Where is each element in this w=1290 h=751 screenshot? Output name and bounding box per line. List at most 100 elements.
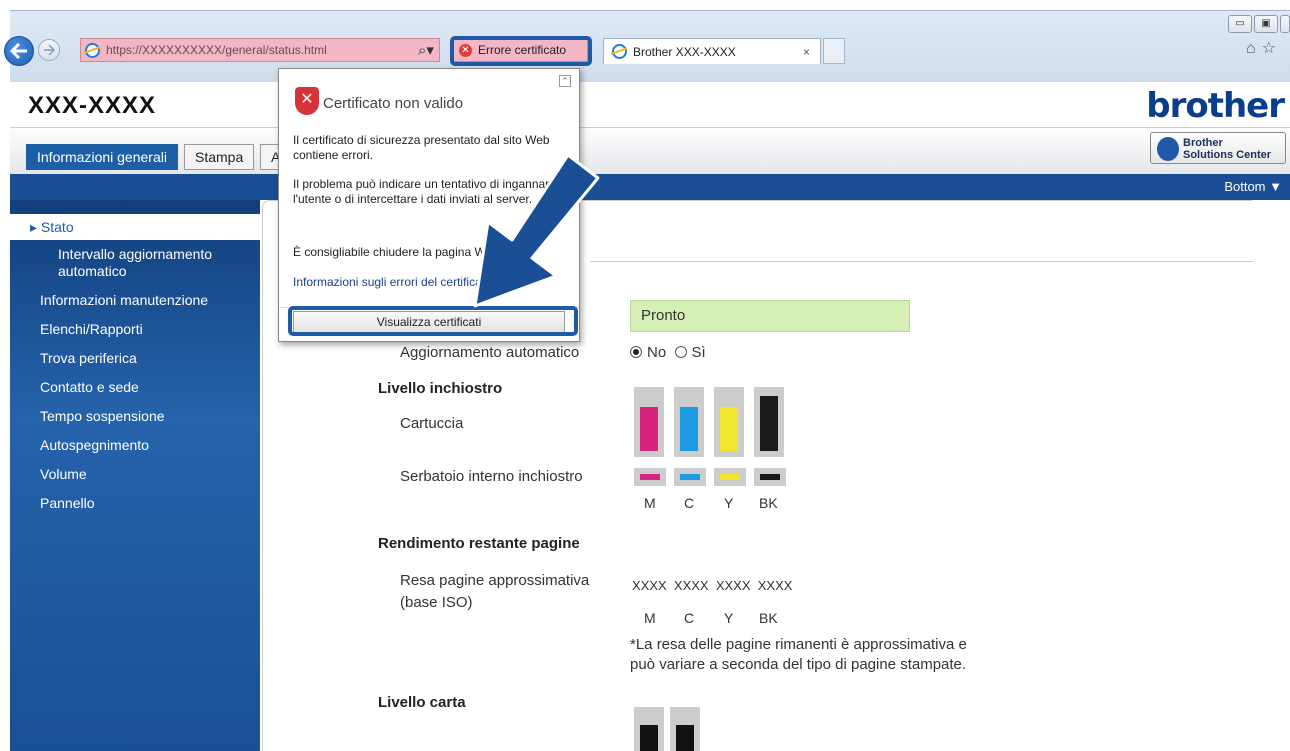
favorites-icon[interactable]: ☆ [1262, 40, 1282, 57]
yield-values: XXXX XXXX XXXX XXXX [632, 578, 793, 593]
yield-letter-bk: BK [759, 610, 778, 626]
sidebar-item-trova[interactable]: Trova periferica [40, 350, 137, 366]
certificate-error-label: Errore certificato [478, 43, 567, 57]
ink-letter-m: M [644, 495, 656, 511]
close-tab-icon[interactable]: × [803, 45, 810, 59]
section-divider [590, 261, 1253, 262]
certificate-popup: ⌃ ✕ Certificato non valido Il certificat… [278, 68, 580, 342]
sidebar-stato-label: Stato [40, 219, 74, 235]
radio-si-label: Sì [691, 344, 706, 361]
status-value: Pronto [630, 300, 910, 332]
cartridge-y [714, 387, 744, 457]
auto-update-options: No Sì [630, 344, 706, 361]
sidebar-item-volume[interactable]: Volume [40, 466, 87, 482]
window-controls: ▭ ▣ [1228, 15, 1290, 33]
cartridge-bk [754, 387, 784, 457]
paper-fill [640, 725, 658, 751]
tank-c [674, 468, 706, 486]
cartridge-fill [680, 407, 698, 451]
address-bar[interactable]: https://XXXXXXXXXX/general/status.html [80, 38, 440, 62]
shield-error-icon: ✕ [295, 87, 319, 115]
tank-fill [760, 474, 780, 480]
close-window-button[interactable] [1280, 15, 1290, 33]
arrow-left-icon [10, 43, 27, 59]
paper-fill [676, 725, 694, 751]
sidebar-item-pannello[interactable]: Pannello [40, 495, 95, 511]
sidebar-item-contatto[interactable]: Contatto e sede [40, 379, 139, 395]
yield-label-2: (base ISO) [400, 594, 473, 611]
ink-heading: Livello inchiostro [378, 380, 503, 397]
certificate-error-button[interactable]: ✕ Errore certificato [452, 38, 588, 62]
brother-logo: brother [1146, 86, 1285, 126]
ie-tab-icon [612, 44, 627, 59]
view-certificates-button[interactable]: Visualizza certificati [293, 311, 565, 333]
new-tab-button[interactable] [823, 38, 845, 64]
sidebar-item-autospegnimento[interactable]: Autospegnimento [40, 437, 149, 453]
arrow-right-icon [44, 44, 55, 56]
cartridge-m [634, 387, 664, 457]
yield-heading: Rendimento restante pagine [378, 535, 580, 552]
cartridge-fill [760, 396, 778, 451]
popup-text-2: Il problema può indicare un tentativo di… [293, 177, 556, 206]
paper-tray-2 [670, 707, 700, 751]
ie-icon [85, 42, 100, 58]
cartridge-fill [640, 407, 658, 451]
maximize-button[interactable]: ▣ [1254, 15, 1278, 33]
ink-letter-bk: BK [759, 495, 778, 511]
home-icon[interactable]: ⌂ [1246, 40, 1262, 57]
forward-button[interactable] [38, 39, 60, 61]
sidebar-item-stato[interactable]: ▸ Stato [10, 214, 260, 240]
tank-bk [754, 468, 786, 486]
radio-no-label: No [647, 344, 667, 361]
sidebar-item-intervallo[interactable]: Intervallo aggiornamento automatico [58, 246, 228, 280]
tank-fill [680, 474, 700, 480]
browser-tab[interactable]: Brother XXX-XXXX × [603, 38, 821, 64]
ink-letter-c: C [684, 495, 695, 511]
yield-letter-m: M [644, 610, 656, 626]
minimize-button[interactable]: ▭ [1228, 15, 1252, 33]
sidebar-item-elenchi[interactable]: Elenchi/Rapporti [40, 321, 143, 337]
yield-letter-y: Y [724, 610, 734, 626]
tank-label: Serbatoio interno inchiostro [400, 468, 583, 485]
radio-no[interactable] [630, 346, 642, 358]
yield-note-2: può variare a seconda del tipo di pagine… [630, 656, 967, 673]
tab-informazioni-generali[interactable]: Informazioni generali [26, 144, 178, 170]
model-name: XXX-XXXX [28, 92, 157, 119]
sidebar: ▸ Stato Intervallo aggiornamento automat… [10, 200, 260, 751]
ink-letter-y: Y [724, 495, 734, 511]
auto-update-label: Aggiornamento automatico [400, 344, 580, 361]
solutions-center-icon [1157, 137, 1179, 161]
error-icon: ✕ [459, 43, 472, 57]
solutions-line2: Solutions Center [1183, 149, 1272, 161]
tank-fill [640, 474, 660, 480]
pin-icon[interactable]: ⌃ [559, 75, 571, 87]
bottom-link[interactable]: Bottom ▼ [1224, 179, 1282, 194]
sidebar-item-sospensione[interactable]: Tempo sospensione [40, 408, 165, 424]
radio-si[interactable] [674, 346, 687, 358]
blue-nav-bar: Bottom ▼ [10, 174, 1290, 200]
paper-tray-1 [634, 707, 664, 751]
cert-errors-link[interactable]: Informazioni sugli errori del certificat… [293, 275, 563, 290]
tab-stampa[interactable]: Stampa [184, 144, 255, 170]
sidebar-item-manutenzione[interactable]: Informazioni manutenzione [40, 292, 208, 308]
search-icon[interactable]: ⌕▾ [418, 41, 434, 59]
popup-text-1: Il certificato di sicurezza presentato d… [293, 133, 550, 162]
address-url: https://XXXXXXXXXX/general/status.html [106, 43, 327, 57]
solutions-center-button[interactable]: Brother Solutions Center [1150, 132, 1286, 164]
yield-label-1: Resa pagine approssimativa [400, 572, 590, 589]
tank-m [634, 468, 666, 486]
popup-text-3: È consigliabile chiudere la pagina Web. [293, 245, 503, 259]
back-button[interactable] [4, 36, 34, 66]
solutions-line1: Brother [1183, 137, 1223, 149]
cartridge-fill [720, 407, 738, 451]
paper-heading: Livello carta [378, 694, 466, 711]
page-tab-bar: Informazioni generali Stampa A Brother S… [10, 128, 1290, 174]
yield-note-1: *La resa delle pagine rimanenti è appros… [630, 636, 967, 653]
popup-separator [279, 307, 579, 308]
popup-title: Certificato non valido [323, 95, 464, 112]
yield-letter-c: C [684, 610, 695, 626]
top-margin [0, 0, 1290, 10]
tank-y [714, 468, 746, 486]
tank-fill [720, 474, 740, 480]
tab-title: Brother XXX-XXXX [633, 44, 736, 59]
